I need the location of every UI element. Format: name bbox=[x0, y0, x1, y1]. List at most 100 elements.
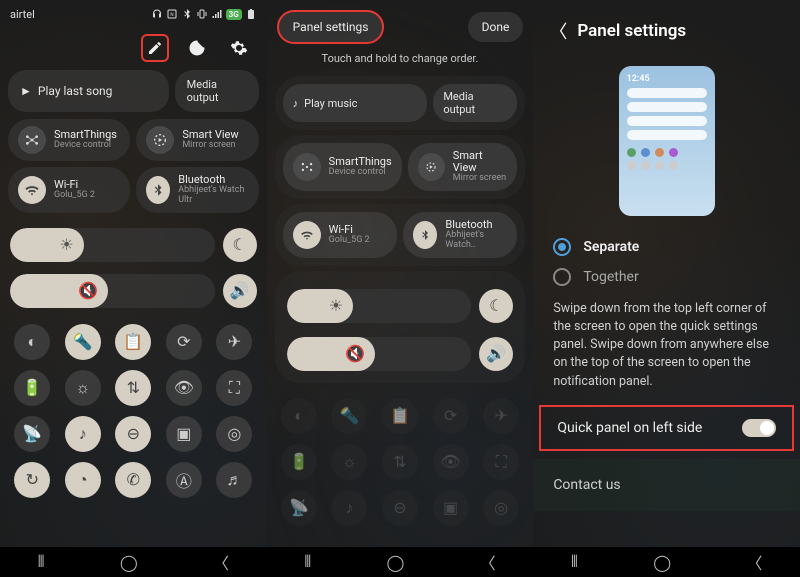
dark-mode-button-2[interactable]: ☾ bbox=[479, 289, 513, 323]
toggle-eyecomfort[interactable]: 👁 bbox=[166, 370, 202, 406]
nav-bar-3: ⦀ ◯ 〈 bbox=[533, 547, 800, 577]
option-separate[interactable]: Separate bbox=[533, 232, 800, 262]
etoggle-8[interactable]: ⇅ bbox=[382, 444, 418, 480]
play-last-song-button[interactable]: ► Play last song bbox=[8, 70, 169, 112]
toggle-cast[interactable]: 📡 bbox=[14, 416, 50, 452]
volume-row: 🔇 🔊 bbox=[0, 268, 267, 314]
dark-mode-button[interactable]: ☾ bbox=[223, 228, 257, 262]
toggle-focus[interactable]: ⛶ bbox=[216, 370, 252, 406]
wifi-tile[interactable]: Wi-FiGolu_5G 2 bbox=[8, 167, 130, 213]
toggle-rotate[interactable]: ⟳ bbox=[166, 324, 202, 360]
toggle-sound2[interactable]: ♬ bbox=[216, 462, 252, 498]
nav-recents[interactable]: ⦀ bbox=[38, 552, 45, 572]
smartthings-tile[interactable]: SmartThingsDevice control bbox=[8, 119, 130, 161]
etoggle-12[interactable]: ♪ bbox=[331, 490, 367, 526]
toggle-airplane[interactable]: ✈ bbox=[216, 324, 252, 360]
nfc-icon: N bbox=[166, 8, 178, 20]
contact-us-label: Contact us bbox=[553, 477, 620, 493]
toggle-nfc[interactable]: ▣ bbox=[166, 416, 202, 452]
toggle-refresh[interactable]: ↻ bbox=[14, 462, 50, 498]
etoggle-2[interactable]: 🔦 bbox=[331, 398, 367, 434]
smartview-icon bbox=[146, 126, 174, 154]
bluetooth-tile[interactable]: BluetoothAbhijeet's Watch Ultr bbox=[136, 167, 258, 213]
toggle-call[interactable]: ✆ bbox=[115, 462, 151, 498]
signal-icon bbox=[211, 8, 223, 20]
etoggle-15[interactable]: ◎ bbox=[483, 490, 519, 526]
toggle-clipboard[interactable]: 📋 bbox=[115, 324, 151, 360]
brightness-slider[interactable]: ☀ bbox=[10, 228, 215, 262]
quick-panel-left-row[interactable]: Quick panel on left side bbox=[539, 405, 794, 451]
together-label: Together bbox=[583, 269, 638, 285]
group-sliders[interactable]: ☀ ☾ 🔇 🔊 bbox=[275, 271, 526, 383]
etoggle-3[interactable]: 📋 bbox=[382, 398, 418, 434]
volume-slider-2[interactable]: 🔇 bbox=[287, 337, 472, 371]
settings-button[interactable] bbox=[225, 34, 253, 62]
done-button[interactable]: Done bbox=[468, 12, 524, 42]
media-output-button-2[interactable]: Media output bbox=[433, 84, 517, 122]
etoggle-1[interactable]: ◐ bbox=[281, 398, 317, 434]
sound-button[interactable]: 🔊 bbox=[223, 274, 257, 308]
etoggle-4[interactable]: ⟳ bbox=[433, 398, 469, 434]
toggle-datasaver[interactable]: ◔ bbox=[65, 462, 101, 498]
gear-icon bbox=[230, 39, 248, 57]
headphones-icon bbox=[151, 8, 163, 20]
etoggle-13[interactable]: ⊖ bbox=[382, 490, 418, 526]
edit-button[interactable] bbox=[141, 34, 169, 62]
nav-back[interactable]: 〈 bbox=[213, 550, 229, 574]
nav-back-2[interactable]: 〈 bbox=[480, 550, 496, 574]
battery-icon bbox=[245, 8, 257, 20]
bluetooth-tile-2[interactable]: BluetoothAbhijeet's Watch.. bbox=[403, 212, 517, 258]
smartview-tile-2[interactable]: Smart ViewMirror screen bbox=[408, 143, 518, 191]
group-media[interactable]: ♪Play music Media output bbox=[275, 76, 526, 130]
media-output-button[interactable]: Media output bbox=[175, 70, 259, 112]
vibrate-icon bbox=[196, 8, 208, 20]
network-badge: 3G bbox=[226, 9, 242, 20]
smartview-tile[interactable]: Smart ViewMirror screen bbox=[136, 119, 258, 161]
toggle-sync[interactable]: ⇅ bbox=[115, 370, 151, 406]
etoggle-5[interactable]: ✈ bbox=[483, 398, 519, 434]
volume-slider[interactable]: 🔇 bbox=[10, 274, 215, 308]
nav-home[interactable]: ◯ bbox=[120, 553, 138, 572]
group-devices[interactable]: SmartThingsDevice control Smart ViewMirr… bbox=[275, 135, 526, 199]
edit-grid: ◐ 🔦 📋 ⟳ ✈ 🔋 ☼ ⇅ 👁 ⛶ 📡 ♪ ⊖ ▣ ◎ bbox=[267, 388, 534, 536]
radio-together[interactable] bbox=[553, 268, 571, 286]
moon-icon-2: ☾ bbox=[489, 296, 503, 315]
edit-panel: Panel settings Done Touch and hold to ch… bbox=[267, 0, 534, 577]
toggle-flashlight[interactable]: 🔦 bbox=[65, 324, 101, 360]
group-conn[interactable]: Wi-FiGolu_5G 2 BluetoothAbhijeet's Watch… bbox=[275, 204, 526, 266]
back-button[interactable]: 〈 bbox=[549, 18, 567, 44]
nav-home-3[interactable]: ◯ bbox=[653, 553, 671, 572]
toggle-auto-brightness[interactable]: ◐ bbox=[14, 324, 50, 360]
smartview-sub: Mirror screen bbox=[182, 141, 238, 151]
quick-panel-left-switch[interactable] bbox=[742, 419, 776, 437]
toggle-brightness2[interactable]: ☼ bbox=[65, 370, 101, 406]
nav-home-2[interactable]: ◯ bbox=[387, 553, 405, 572]
etoggle-6[interactable]: 🔋 bbox=[281, 444, 317, 480]
option-together[interactable]: Together bbox=[533, 262, 800, 292]
etoggle-14[interactable]: ▣ bbox=[433, 490, 469, 526]
contact-us-button[interactable]: Contact us bbox=[533, 459, 800, 511]
toggle-dnd[interactable]: ⊖ bbox=[115, 416, 151, 452]
toggle-a[interactable]: Ⓐ bbox=[166, 462, 202, 498]
radio-separate[interactable] bbox=[553, 238, 571, 256]
etoggle-11[interactable]: 📡 bbox=[281, 490, 317, 526]
nav-recents-2[interactable]: ⦀ bbox=[304, 552, 311, 572]
brightness-slider-2[interactable]: ☀ bbox=[287, 289, 472, 323]
etoggle-7[interactable]: ☼ bbox=[331, 444, 367, 480]
toggle-gps2[interactable]: ◎ bbox=[216, 416, 252, 452]
smartthings-tile-2[interactable]: SmartThingsDevice control bbox=[283, 143, 402, 191]
wifi-tile-2[interactable]: Wi-FiGolu_5G 2 bbox=[283, 212, 397, 258]
toggle-music[interactable]: ♪ bbox=[65, 416, 101, 452]
wifi-icon-2 bbox=[293, 221, 321, 249]
wifi-sub-2: Golu_5G 2 bbox=[329, 236, 370, 246]
nav-recents-3[interactable]: ⦀ bbox=[571, 552, 578, 572]
smartthings-icon bbox=[18, 126, 46, 154]
toggle-battery[interactable]: 🔋 bbox=[14, 370, 50, 406]
power-button[interactable] bbox=[183, 34, 211, 62]
etoggle-9[interactable]: 👁 bbox=[433, 444, 469, 480]
nav-back-3[interactable]: 〈 bbox=[746, 550, 762, 574]
sound-button-2[interactable]: 🔊 bbox=[479, 337, 513, 371]
play-music-button[interactable]: ♪Play music bbox=[283, 84, 428, 122]
panel-settings-button[interactable]: Panel settings bbox=[277, 10, 385, 44]
etoggle-10[interactable]: ⛶ bbox=[483, 444, 519, 480]
